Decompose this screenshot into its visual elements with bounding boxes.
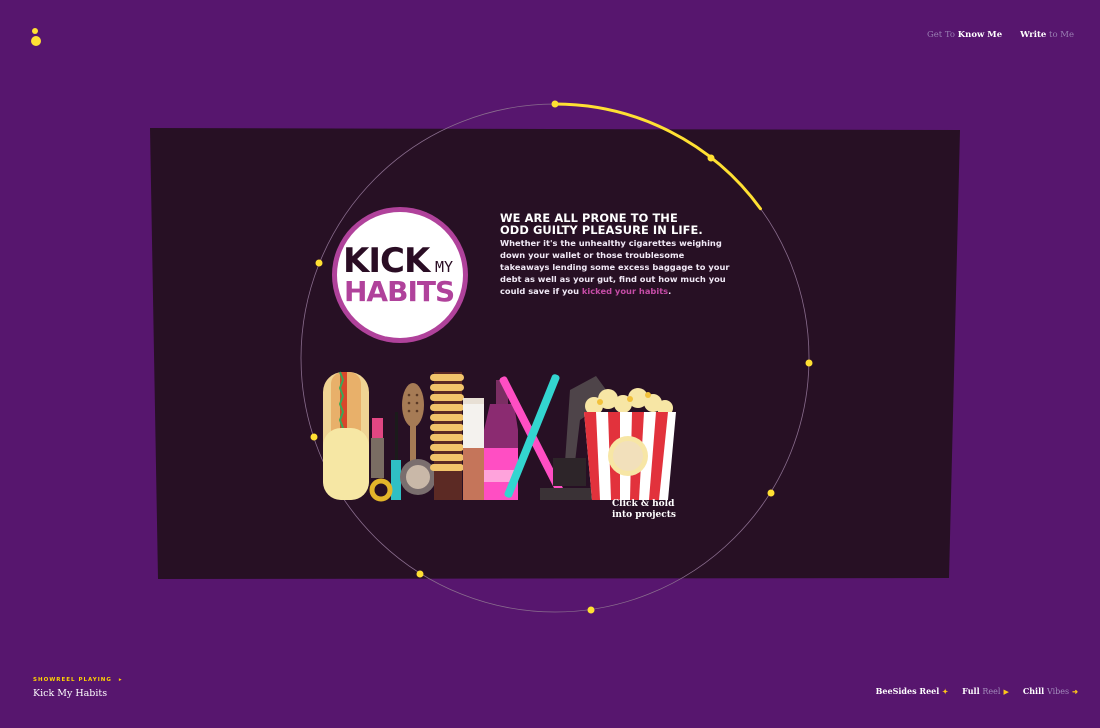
kick-my-habits-logo: KICK MY HABITS	[332, 207, 468, 343]
project-description: WE ARE ALL PRONE TO THE ODD GUILTY PLEAS…	[500, 212, 740, 297]
popcorn-icon	[584, 388, 676, 500]
showreel-playing-label: SHOWREEL PLAYING ▸	[33, 677, 123, 683]
body-text: .	[668, 286, 672, 296]
body-line: Whether it's the unhealthy cigarettes we…	[500, 238, 722, 248]
ring-dot	[551, 100, 559, 108]
ring-dot	[805, 359, 813, 367]
ring-dot	[767, 489, 775, 497]
ring-dot	[587, 606, 595, 614]
ring-dot	[416, 570, 424, 578]
sandwich-icon	[323, 371, 369, 500]
ring-dot	[315, 259, 323, 267]
reel-label: Vibes	[1046, 687, 1070, 696]
hint-line: into projects	[612, 510, 676, 520]
kicked-your-habits-link[interactable]: kicked your habits	[582, 286, 668, 296]
ring-dot	[707, 154, 715, 162]
headline-line: ODD GUILTY PLEASURE IN LIFE.	[500, 223, 703, 237]
reel-beesides[interactable]: BeeSides Reel ✦	[876, 686, 949, 696]
click-hold-hint: Click & hold into projects	[612, 499, 676, 521]
reel-label: Full	[962, 686, 980, 696]
playing-label-text: SHOWREEL PLAYING	[33, 677, 112, 683]
lipstick-icon	[371, 418, 384, 478]
reel-label: BeeSides	[875, 686, 917, 696]
body-line: down your wallet or those troublesome	[500, 250, 685, 260]
arrow-icon: ➜	[1072, 687, 1078, 696]
reel-chill[interactable]: Chill Vibes ➜	[1023, 686, 1078, 696]
body-text: could save if you	[500, 286, 580, 296]
logo-word-habits: HABITS	[344, 275, 454, 308]
hint-line: Click & hold	[612, 499, 675, 509]
reel-label: Reel	[919, 686, 940, 696]
reel-label: Chill	[1022, 686, 1045, 696]
pancake-stack-icon	[430, 372, 464, 500]
play-arrow-icon: ▸	[118, 677, 123, 683]
project-preview[interactable]: KICK MY HABITS	[0, 0, 1100, 728]
ring-dot	[310, 433, 318, 441]
reel-full[interactable]: Full Reel ▶	[962, 686, 1009, 696]
project-headline: WE ARE ALL PRONE TO THE ODD GUILTY PLEAS…	[500, 212, 740, 236]
bee-icon: ✦	[942, 687, 949, 696]
reel-selector: BeeSides Reel ✦ Full Reel ▶ Chill Vibes ➜	[876, 686, 1078, 696]
compact-mirror-icon	[400, 459, 436, 495]
project-body: Whether it's the unhealthy cigarettes we…	[500, 237, 740, 297]
project-panel	[150, 128, 960, 579]
play-icon: ▶	[1003, 687, 1009, 696]
now-playing-title: Kick My Habits	[33, 688, 108, 699]
logo-word-my: MY	[435, 258, 453, 276]
body-line: takeaways lending some excess baggage to…	[500, 262, 730, 272]
cigarette-icon	[463, 398, 484, 500]
body-line: debt as well as your gut, find out how m…	[500, 274, 726, 284]
reel-label: Reel	[982, 687, 1001, 696]
body-line: could save if you kicked your habits.	[500, 285, 740, 297]
